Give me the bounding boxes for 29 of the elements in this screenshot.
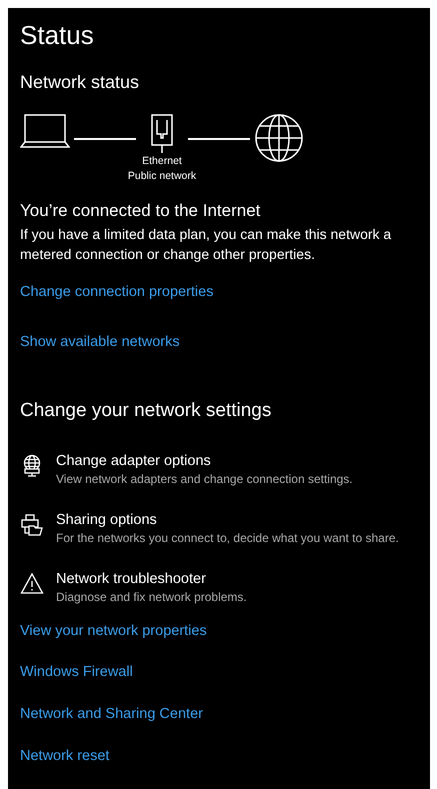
settings-option[interactable]: Sharing options For the networks you connect to, decide what you want to share. [20,510,418,546]
option-description: For the networks you connect to, decide what you want to share. [56,530,399,546]
settings-link[interactable]: View your network properties [20,620,207,642]
settings-option[interactable]: Change adapter options View network adapters and change connection settings. [20,452,418,486]
settings-link[interactable]: Network and Sharing Center [20,704,203,726]
settings-link[interactable]: Network reset [20,746,110,768]
option-title: Sharing options [56,510,158,530]
option-description: Diagnose and fix network problems. [56,588,247,604]
option-title: Network troubleshooter [56,570,207,588]
warning-icon [20,572,44,596]
option-title: Change adapter options [56,452,212,470]
connection-status: You’re connected to the Internet [20,200,262,222]
network-type: Public network [128,169,196,184]
laptop-icon [20,114,70,148]
adapter-name: Ethernet [142,154,182,169]
connection-line [74,138,136,140]
settings-option[interactable]: Network troubleshooter Diagnose and fix network problems. [20,570,418,604]
settings-link[interactable]: Show available networks [20,332,180,354]
settings-link[interactable]: Change connection properties [20,282,214,304]
globe-icon [254,113,304,163]
section-heading: Change your network settings [20,398,272,422]
connection-line [188,138,250,140]
connection-description: If you have a limited data plan, you can make this network a metered connection or change other properties. [20,225,392,264]
option-description: View network adapters and change connection settings. [56,470,353,486]
section-heading: Network status [20,71,140,94]
page-title: Status [20,19,95,52]
ethernet-port-icon [149,114,175,154]
settings-link[interactable]: Windows Firewall [20,662,133,684]
printer-folder-icon [20,512,44,536]
